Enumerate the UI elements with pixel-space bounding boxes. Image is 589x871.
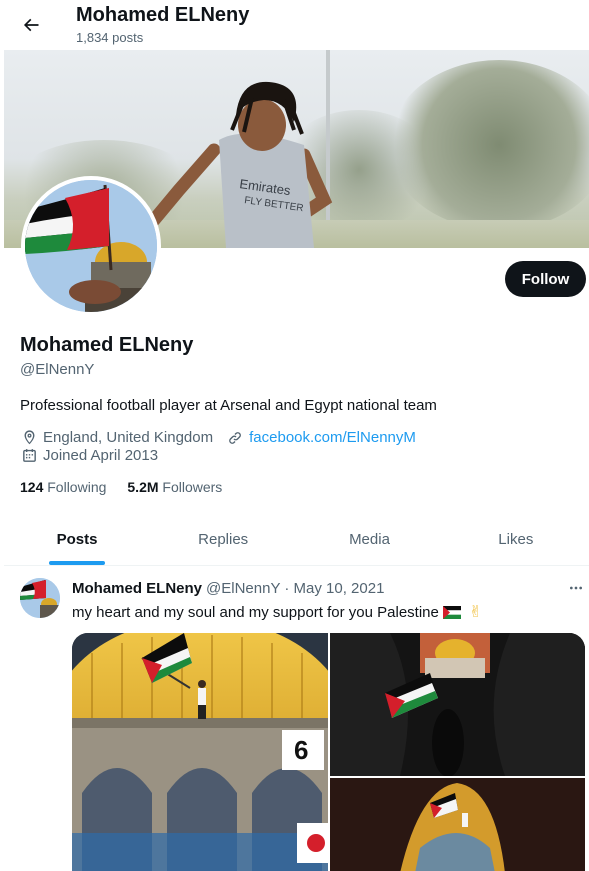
follow-stats: 124 Following 5.2M Followers [20, 479, 243, 495]
tab-media-label: Media [349, 530, 390, 548]
profile-joined-date: Joined April 2013 [43, 446, 159, 464]
location-icon [20, 428, 38, 446]
tweet-media-grid: 6 [72, 633, 585, 871]
more-options-button[interactable] [566, 578, 586, 598]
tab-media[interactable]: Media [296, 513, 442, 565]
tweet-header: Mohamed ELNeny @ElNennY · May 10, 2021 [72, 580, 384, 597]
tweet-text: my heart and my soul and my support for … [72, 603, 439, 621]
profile-meta-row: England, United Kingdom facebook.com/ElN… [20, 428, 416, 446]
tweet-image-2[interactable] [330, 633, 585, 777]
followers-link[interactable]: 5.2M Followers [127, 479, 222, 495]
tab-likes[interactable]: Likes [443, 513, 589, 565]
tweet-author-name[interactable]: Mohamed ELNeny [72, 580, 202, 597]
profile-bio: Professional football player at Arsenal … [20, 397, 437, 414]
tab-replies[interactable]: Replies [150, 513, 296, 565]
active-tab-indicator [49, 561, 105, 565]
following-count: 124 [20, 479, 44, 495]
following-link[interactable]: 124 Following [20, 479, 106, 495]
banner-player-image: Emirates FLY BETTER [147, 81, 333, 248]
tweet-image-3[interactable] [330, 778, 585, 871]
top-bar: Mohamed ELNeny 1,834 posts [0, 0, 589, 50]
tab-replies-label: Replies [198, 530, 249, 548]
tab-likes-label: Likes [498, 530, 534, 548]
arrow-left-icon [23, 18, 39, 32]
calendar-icon [20, 446, 38, 464]
link-icon [226, 428, 244, 446]
follow-button[interactable]: Follow [505, 261, 586, 297]
tab-posts-label: Posts [56, 530, 98, 548]
victory-hand-icon: ✌ [468, 604, 483, 621]
tab-posts[interactable]: Posts [4, 513, 150, 565]
back-button[interactable] [14, 8, 48, 42]
tweet-text-row: my heart and my soul and my support for … [72, 602, 482, 622]
header-posts-count: 1,834 posts [76, 30, 144, 45]
more-horizontal-icon [570, 586, 582, 590]
following-label: Following [47, 479, 107, 495]
tweet-author-handle-date[interactable]: @ElNennY · May 10, 2021 [206, 580, 384, 597]
profile-tabs: Posts Replies Media Likes [4, 513, 589, 566]
followers-label: Followers [162, 479, 223, 495]
header-title: Mohamed ELNeny [76, 4, 250, 26]
profile-joined-row: Joined April 2013 [20, 446, 158, 464]
tweet-author-avatar[interactable] [20, 578, 60, 618]
tweet-image-1[interactable]: 6 [72, 633, 350, 871]
followers-count: 5.2M [127, 479, 159, 495]
profile-handle: @ElNennY [20, 361, 95, 378]
profile-avatar[interactable] [21, 176, 161, 316]
palestine-flag-icon [442, 605, 461, 619]
profile-name: Mohamed ELNeny [20, 334, 194, 356]
profile-location: England, United Kingdom [43, 428, 214, 446]
svg-text:6: 6 [294, 735, 308, 765]
profile-website-link[interactable]: facebook.com/ElNennyM [249, 429, 416, 446]
avatar-image [25, 180, 157, 312]
